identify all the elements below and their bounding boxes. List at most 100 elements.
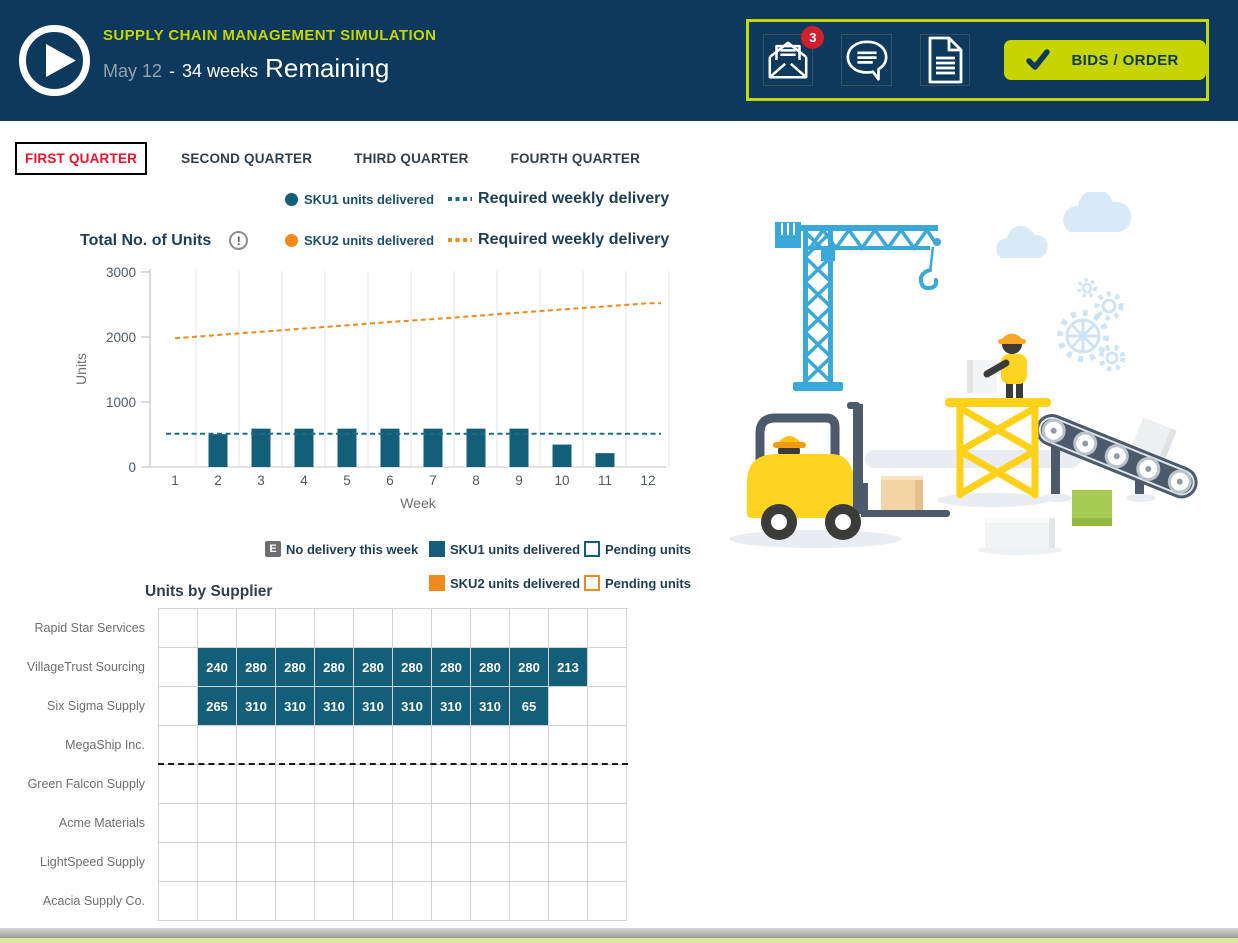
legend-sku2-pending: Pending units (584, 575, 691, 591)
y-tick-label: 2000 (106, 330, 136, 345)
x-tick-label-week-9: 9 (515, 473, 523, 488)
supplier-cell-rapid-w3 (237, 609, 276, 648)
supplier-cell-acme-w10 (510, 804, 549, 843)
contract-dashed-divider (158, 763, 628, 765)
supplier-cell-megaship-w5 (315, 726, 354, 765)
chat-icon (844, 37, 890, 83)
supplier-cell-acacia-w2 (198, 882, 237, 921)
supplier-row-label: Green Falcon Supply (0, 777, 145, 791)
supplier-cell-six-w2: 265 (198, 687, 237, 726)
supplier-cell-acacia-w8 (432, 882, 471, 921)
x-tick-label-week-2: 2 (214, 473, 222, 488)
supplier-cell-acacia-w3 (237, 882, 276, 921)
sku1-square-icon (429, 541, 445, 557)
supplier-cell-six-w6: 310 (354, 687, 393, 726)
supplier-cell-villagetrust-w2: 240 (198, 648, 237, 687)
cloud-icons (996, 192, 1131, 258)
supplier-cell-green-w9 (471, 765, 510, 804)
weeks-remaining: 34 weeks (182, 61, 258, 82)
supplier-cell-green-w10 (510, 765, 549, 804)
tab-quarter-4[interactable]: FOURTH QUARTER (503, 144, 649, 173)
chart-title: Total No. of Units (80, 232, 211, 250)
forklift-icon (747, 402, 950, 540)
supplier-cell-rapid-w4 (276, 609, 315, 648)
supplier-cell-lightspeed-w1 (159, 843, 198, 882)
no-delivery-label: No delivery this week (286, 542, 418, 557)
supplier-cell-villagetrust-w10: 280 (510, 648, 549, 687)
y-axis-title: Units (73, 353, 89, 385)
x-tick-label-week-1: 1 (171, 473, 179, 488)
legend-required-sku2-label: Required weekly delivery (478, 231, 669, 249)
date-separator: - (169, 61, 175, 82)
supplier-cell-megaship-w11 (549, 726, 588, 765)
sku1-pending-label: Pending units (605, 542, 691, 557)
supplier-cell-megaship-w9 (471, 726, 510, 765)
supplier-cell-green-w11 (549, 765, 588, 804)
supplier-cell-acme-w2 (198, 804, 237, 843)
legend-sku2-label: SKU2 units delivered (304, 233, 434, 248)
y-tick-label: 0 (128, 460, 136, 475)
supplier-cell-rapid-w9 (471, 609, 510, 648)
units-bar-chart: 0100020003000123456789101112WeekUnits (40, 255, 680, 525)
conveyor-icon (1031, 381, 1205, 503)
supplier-cell-lightspeed-w3 (237, 843, 276, 882)
play-button[interactable] (18, 24, 91, 97)
header-actions-box: 3 (746, 19, 1209, 101)
tab-quarter-2[interactable]: SECOND QUARTER (173, 144, 320, 173)
bottom-accent-strip (0, 938, 1238, 943)
supplier-cell-lightspeed-w9 (471, 843, 510, 882)
mail-button[interactable]: 3 (763, 34, 813, 86)
remaining-label: Remaining (265, 53, 389, 84)
documents-button[interactable] (920, 34, 970, 86)
supplier-cell-villagetrust-w3: 280 (237, 648, 276, 687)
supplier-cell-megaship-w3 (237, 726, 276, 765)
supplier-cell-acme-w9 (471, 804, 510, 843)
alert-info-icon[interactable]: ! (229, 231, 248, 250)
play-icon (18, 24, 91, 97)
sku2-square-icon (429, 575, 445, 591)
supplier-cell-green-w3 (237, 765, 276, 804)
horizontal-scrollbar[interactable] (0, 928, 1238, 938)
x-tick-label-week-4: 4 (300, 473, 308, 488)
x-tick-label-week-11: 11 (598, 473, 612, 488)
supplier-cell-villagetrust-w6: 280 (354, 648, 393, 687)
app-title: SUPPLY CHAIN MANAGEMENT SIMULATION (103, 27, 436, 44)
bids-order-label: BIDS / ORDER (1071, 52, 1178, 69)
crane-icon (775, 222, 941, 391)
quarter-tabs: FIRST QUARTER SECOND QUARTER THIRD QUARTER… (15, 142, 648, 175)
supplier-cell-acacia-w1 (159, 882, 198, 921)
bids-order-button[interactable]: BIDS / ORDER (1004, 40, 1206, 80)
supplier-row-label: Acacia Supply Co. (0, 894, 145, 908)
supplier-cell-six-w3: 310 (237, 687, 276, 726)
green-box-icon (1072, 490, 1112, 526)
tab-quarter-1[interactable]: FIRST QUARTER (15, 142, 147, 175)
supplier-cell-acme-w12 (588, 804, 627, 843)
chat-button[interactable] (841, 34, 891, 86)
supplier-cell-green-w6 (354, 765, 393, 804)
x-tick-label-week-3: 3 (257, 473, 265, 488)
supplier-cell-megaship-w1 (159, 726, 198, 765)
chart-title-wrap: Total No. of Units ! (80, 231, 248, 250)
supplier-cell-acme-w3 (237, 804, 276, 843)
header-titles: SUPPLY CHAIN MANAGEMENT SIMULATION May 1… (103, 27, 436, 84)
sku2-pending-label: Pending units (605, 576, 691, 591)
worker-icon (967, 334, 1027, 399)
supplier-cell-rapid-w5 (315, 609, 354, 648)
supplier-cell-lightspeed-w4 (276, 843, 315, 882)
crane-hook-icon (921, 270, 936, 288)
supplier-cell-villagetrust-w9: 280 (471, 648, 510, 687)
current-date: May 12 (103, 61, 162, 82)
supplier-table-title: Units by Supplier (145, 583, 272, 601)
supplier-cell-acacia-w11 (549, 882, 588, 921)
bar-week-2 (209, 434, 228, 467)
supplier-cell-green-w7 (393, 765, 432, 804)
required-line-sku2 (175, 303, 661, 338)
supplier-cell-rapid-w2 (198, 609, 237, 648)
tab-quarter-3[interactable]: THIRD QUARTER (346, 144, 476, 173)
supplier-cell-acme-w6 (354, 804, 393, 843)
supplier-cell-villagetrust-w1 (159, 648, 198, 687)
x-tick-label-week-5: 5 (343, 473, 351, 488)
supplier-cell-megaship-w2 (198, 726, 237, 765)
supplier-row-label: Six Sigma Supply (0, 699, 145, 713)
bar-week-11 (596, 453, 615, 467)
